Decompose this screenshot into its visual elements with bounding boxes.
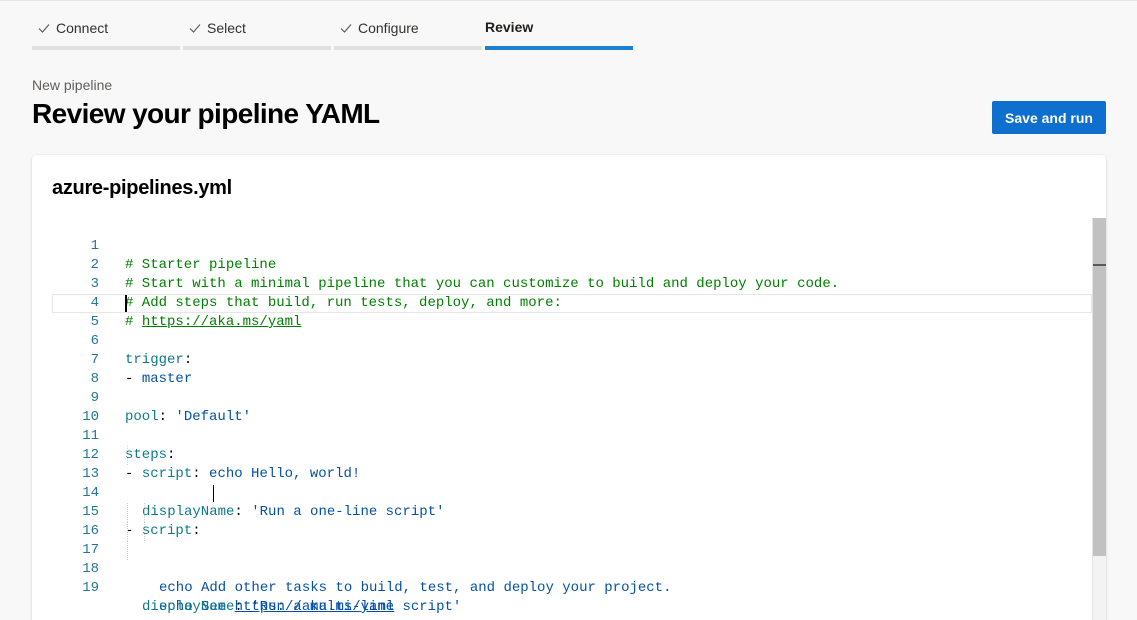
indent-guide (127, 446, 128, 465)
checkmark-icon (37, 21, 51, 35)
code-line: 11 steps: (52, 408, 1092, 463)
code-line: 12 - script: echo Hello, world! (52, 427, 1092, 482)
code-line: 3 # Add steps that build, run tests, dep… (52, 256, 1092, 311)
wizard-steps: Connect Select Configure Review (32, 1, 636, 50)
code-editor[interactable]: 1 # Starter pipeline 2 # Start with a mi… (52, 218, 1106, 620)
checkmark-icon (339, 21, 353, 35)
yaml-editor-card: azure-pipelines.yml 1 # Starter pipeline… (32, 155, 1106, 620)
text-cursor (213, 485, 214, 502)
step-progress-bar (485, 46, 633, 50)
step-select[interactable]: Select (183, 1, 331, 50)
code-text: displayName: 'Run a multi-line script' (142, 599, 462, 615)
code-text: echo Add other tasks to build, test, and… (159, 580, 672, 596)
editor-scrollbar[interactable] (1092, 218, 1106, 620)
yaml-key: displayName (142, 599, 235, 615)
save-and-run-button[interactable]: Save and run (992, 101, 1106, 134)
scrollbar-thumb[interactable] (1093, 218, 1106, 556)
code-line: 19 (52, 560, 1092, 596)
code-line: 2 # Start with a minimal pipeline that y… (52, 237, 1092, 292)
code-line: 16 echo Add other tasks to build, test, … (52, 503, 1092, 596)
step-progress-bar (334, 46, 482, 50)
step-label: Configure (358, 20, 419, 36)
line-number: 19 (82, 580, 99, 596)
code-line: 4 # https://aka.ms/yaml (52, 275, 1092, 330)
step-progress-bar (183, 46, 331, 50)
step-label: Connect (56, 20, 109, 36)
code-line-current: 5 (52, 294, 1092, 330)
file-name: azure-pipelines.yml (52, 177, 232, 199)
code-line: 10 (52, 389, 1092, 425)
code-line: 18 displayName: 'Run a multi-line script… (52, 541, 1092, 615)
breadcrumb: New pipeline (32, 77, 113, 93)
code-line: 9 pool: 'Default' (52, 370, 1092, 425)
step-review[interactable]: Review (485, 1, 633, 50)
code-line: 15 - script: (52, 484, 1092, 539)
text-cursor (125, 295, 127, 312)
step-progress-bar (32, 46, 180, 50)
step-connect[interactable]: Connect (32, 1, 180, 50)
code-line: 7 - master (52, 332, 1092, 387)
checkmark-icon (188, 21, 202, 35)
indent-guide (144, 503, 145, 522)
indent-guide (144, 522, 145, 541)
page-title: Review your pipeline YAML (32, 98, 380, 129)
code-line: 17 echo See https://aka.ms/yaml (52, 522, 1092, 615)
indent-guide (127, 541, 128, 560)
code-line: 8 (52, 351, 1092, 387)
step-label: Select (207, 20, 246, 36)
step-configure[interactable]: Configure (334, 1, 482, 50)
step-label: Review (485, 19, 534, 35)
code-line: 14 (52, 465, 1092, 501)
code-line: 1 # Starter pipeline (52, 218, 1092, 273)
yaml-value: 'Run a multi-line script' (251, 599, 462, 615)
code-line: 13 displayName: 'Run a one-line script' (52, 446, 1092, 520)
code-line: 6 trigger: (52, 313, 1092, 368)
scrollbar-cursor-marker (1093, 264, 1106, 266)
indent-guide (127, 522, 128, 541)
indent-guide (127, 503, 128, 522)
